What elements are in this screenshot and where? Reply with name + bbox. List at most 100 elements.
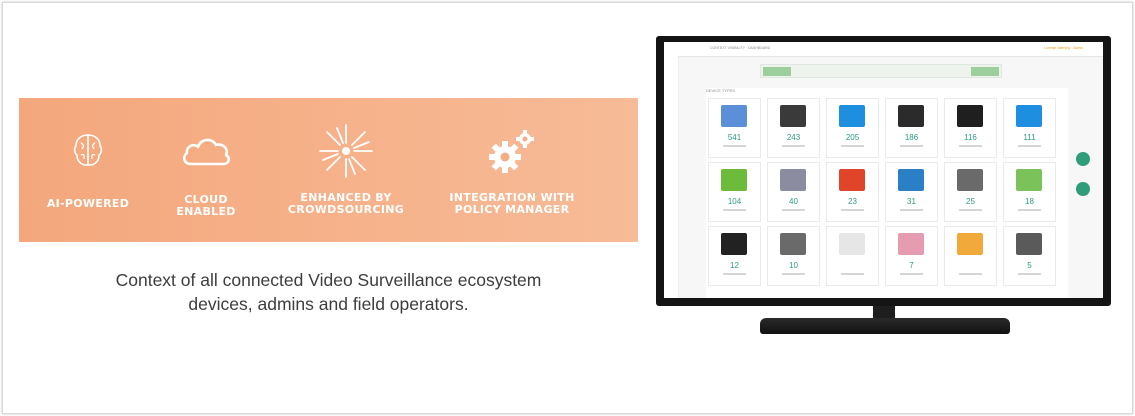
- device-type-tile: 5: [1003, 226, 1056, 286]
- feature-label: AI-POWERED: [46, 197, 130, 210]
- device-count: 31: [907, 197, 916, 206]
- crowdsourcing-burst-icon: [281, 122, 411, 180]
- monitor: CONTEXT VISIBILITY · DASHBOARD License W…: [656, 36, 1111, 306]
- cloud-icon: [151, 122, 261, 180]
- device-type-tile: 116: [944, 98, 997, 158]
- mac-icon: [721, 105, 747, 127]
- device-count: 25: [966, 197, 975, 206]
- device-label-line: [900, 145, 923, 147]
- feature-label: ENHANCED BY CROWDSOURCING: [287, 191, 405, 216]
- side-action-button: [1076, 152, 1090, 166]
- server-icon: [957, 169, 983, 191]
- feature-crowdsourcing: ENHANCED BY CROWDSOURCING: [281, 122, 411, 216]
- dashboard-screen: CONTEXT VISIBILITY · DASHBOARD License W…: [664, 42, 1103, 298]
- device-count: 12: [730, 261, 739, 270]
- feature-policy-manager: INTEGRATION WITH POLICY MANAGER: [437, 122, 587, 216]
- device-type-tile: 40: [767, 162, 820, 222]
- server-icon: [780, 233, 806, 255]
- device-label-line: [1018, 273, 1041, 275]
- feature-label: INTEGRATION WITH POLICY MANAGER: [449, 191, 575, 216]
- windows-xp-icon: [839, 169, 865, 191]
- windows-icon: [1016, 105, 1042, 127]
- windows-icon: [839, 105, 865, 127]
- debian-icon: [898, 233, 924, 255]
- device-count: 5: [1027, 261, 1032, 270]
- feature-ai-powered: AI-POWERED: [33, 122, 143, 210]
- device-label-line: [959, 145, 982, 147]
- device-type-tile: 7: [885, 226, 938, 286]
- android-icon: [721, 169, 747, 191]
- device-count: 541: [727, 133, 742, 142]
- monitor-icon: [957, 105, 983, 127]
- dashboard-sidebar: [664, 56, 679, 298]
- apple-icon: [780, 169, 806, 191]
- device-count: 111: [1023, 133, 1036, 142]
- device-label-line: [959, 273, 982, 275]
- caption: Context of all connected Video Surveilla…: [19, 268, 638, 316]
- device-count: 23: [848, 197, 857, 206]
- device-type-tile: 25: [944, 162, 997, 222]
- device-label-line: [782, 145, 805, 147]
- device-count: 243: [786, 133, 801, 142]
- device-label-line: [841, 145, 864, 147]
- device-count: 116: [964, 133, 977, 142]
- device-label-line: [841, 209, 864, 211]
- ubuntu-icon: [957, 233, 983, 255]
- device-type-tile: 31: [885, 162, 938, 222]
- device-count: 10: [789, 261, 798, 270]
- unknown-icon: [839, 233, 865, 255]
- monitor-stand-base: [760, 318, 1010, 334]
- gears-icon: [437, 122, 587, 180]
- device-type-tile: [826, 226, 879, 286]
- device-type-tile: 111: [1003, 98, 1056, 158]
- dashboard-topbar: CONTEXT VISIBILITY · DASHBOARD License W…: [664, 42, 1103, 57]
- device-label-line: [782, 273, 805, 275]
- phone-icon: [780, 105, 806, 127]
- side-action-button: [1076, 182, 1090, 196]
- device-type-tile: 12: [708, 226, 761, 286]
- device-type-tile: 23: [826, 162, 879, 222]
- device-count: 40: [789, 197, 798, 206]
- device-label-line: [1018, 209, 1041, 211]
- device-label-line: [1018, 145, 1041, 147]
- dashboard-filter-bar: [760, 64, 1002, 78]
- device-label-line: [959, 209, 982, 211]
- device-count: 104: [727, 197, 742, 206]
- device-type-tile: 104: [708, 162, 761, 222]
- device-label-line: [900, 273, 923, 275]
- filter-button: [971, 67, 999, 76]
- device-count: 186: [904, 133, 919, 142]
- device-count: 205: [845, 133, 860, 142]
- device-label-line: [900, 209, 923, 211]
- dashboard-breadcrumb: CONTEXT VISIBILITY · DASHBOARD: [710, 46, 771, 50]
- caption-line-1: Context of all connected Video Surveilla…: [115, 270, 542, 290]
- dashboard-user: License Warning · Admin: [1044, 46, 1083, 50]
- device-type-tile: 205: [826, 98, 879, 158]
- laptop-icon: [898, 105, 924, 127]
- device-type-tile: 243: [767, 98, 820, 158]
- caption-line-2: devices, admins and field operators.: [188, 294, 469, 314]
- device-label-line: [841, 273, 864, 275]
- device-label-line: [782, 209, 805, 211]
- section-title: DEVICE TYPES: [706, 88, 736, 93]
- device-label-line: [723, 273, 746, 275]
- feature-label: CLOUD ENABLED: [176, 193, 236, 218]
- device-count: 18: [1025, 197, 1034, 206]
- features-band: AI-POWERED CLOUD ENABLED ENHANCED BY CRO…: [19, 98, 638, 242]
- device-type-tile: [944, 226, 997, 286]
- device-label-line: [723, 209, 746, 211]
- hp-icon: [898, 169, 924, 191]
- server-icon: [1016, 233, 1042, 255]
- filter-button: [763, 67, 791, 76]
- brain-icon: [33, 122, 143, 180]
- device-type-tile: 10: [767, 226, 820, 286]
- device-type-tile: 18: [1003, 162, 1056, 222]
- device-type-tile: 541: [708, 98, 761, 158]
- android-icon: [1016, 169, 1042, 191]
- device-count: 7: [909, 261, 914, 270]
- feature-cloud-enabled: CLOUD ENABLED: [151, 122, 261, 218]
- device-types-panel: DEVICE TYPES 541 243 205 186 116 111 104 40 23 31…: [706, 88, 1068, 298]
- device-label-line: [723, 145, 746, 147]
- device-type-tile: 186: [885, 98, 938, 158]
- tablet-icon: [721, 233, 747, 255]
